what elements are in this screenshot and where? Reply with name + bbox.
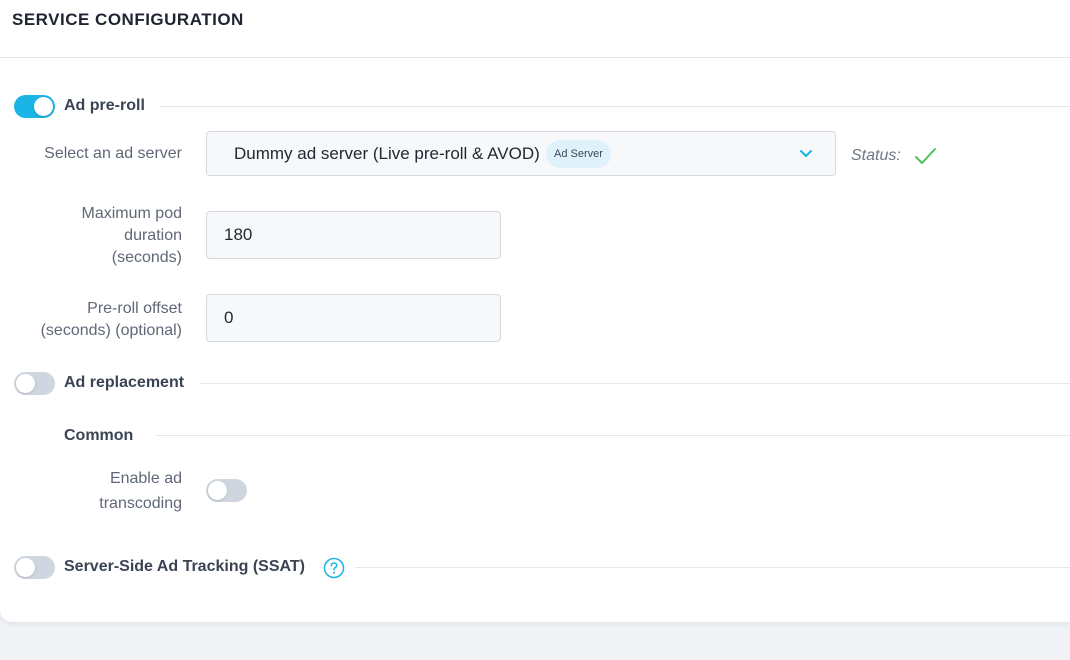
section-divider [160, 106, 1070, 107]
question-circle-icon[interactable] [323, 557, 345, 579]
ad-server-select[interactable]: Dummy ad server (Live pre-roll & AVOD) A… [206, 131, 836, 176]
ssat-toggle[interactable] [14, 556, 55, 579]
max-pod-duration-input[interactable] [206, 211, 501, 259]
ad-transcoding-toggle[interactable] [206, 479, 247, 502]
max-pod-label-line: duration [124, 227, 182, 244]
ad-server-label: Select an ad server [44, 145, 182, 162]
chevron-down-icon [800, 150, 812, 157]
offset-label-line: Pre-roll offset [87, 300, 182, 317]
toggle-knob [16, 374, 35, 393]
offset-label-line: (seconds) (optional) [40, 322, 182, 339]
preroll-offset-label: Pre-roll offset (seconds) (optional) [7, 298, 182, 342]
common-label: Common [64, 427, 144, 445]
ssat-label: Server-Side Ad Tracking (SSAT) [64, 558, 315, 576]
enable-transcoding-label: Enable ad transcoding [7, 466, 182, 516]
service-configuration-card: SERVICE CONFIGURATION Ad pre-roll Select… [0, 0, 1070, 622]
ad-server-badge: Ad Server [546, 140, 611, 168]
ad-replacement-toggle[interactable] [14, 372, 55, 395]
max-pod-label-line: Maximum pod [81, 205, 182, 222]
page-title: SERVICE CONFIGURATION [12, 10, 244, 29]
toggle-knob [16, 558, 35, 577]
max-pod-label-line: (seconds) [111, 249, 182, 266]
ad-preroll-toggle[interactable] [14, 95, 55, 118]
transcoding-label-line: transcoding [99, 495, 182, 512]
toggle-knob [208, 481, 227, 500]
check-icon [915, 148, 936, 164]
max-pod-duration-label: Maximum pod duration (seconds) [7, 203, 182, 269]
status-label: Status: [851, 147, 901, 164]
card-header: SERVICE CONFIGURATION [0, 0, 1070, 58]
preroll-offset-input[interactable] [206, 294, 501, 342]
section-divider [355, 567, 1070, 568]
ad-replacement-label: Ad replacement [64, 374, 195, 392]
ad-preroll-label: Ad pre-roll [64, 97, 155, 115]
section-divider [200, 383, 1070, 384]
transcoding-label-line: Enable ad [109, 470, 182, 487]
subsection-divider [156, 435, 1070, 436]
toggle-knob [34, 97, 53, 116]
ad-server-selected-value: Dummy ad server (Live pre-roll & AVOD) [234, 144, 540, 163]
